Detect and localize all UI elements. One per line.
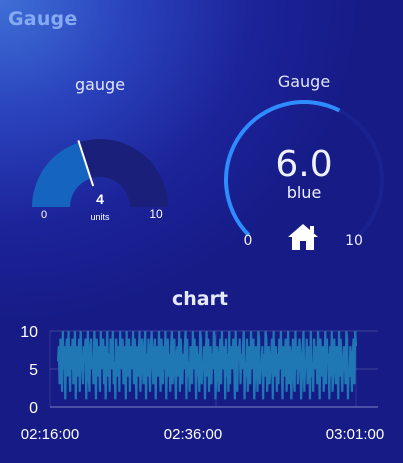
chart-x-tick-label: 02:36:00 [164, 426, 222, 443]
gauge-left-units: units [90, 212, 110, 222]
chart: 0 5 10 02:16:00 02:36:00 03:01:00 [20, 324, 384, 443]
gauge-left-value: 4 [96, 191, 104, 207]
chart-x-ticks: 02:16:00 02:36:00 03:01:00 [21, 426, 384, 443]
chart-series-line [56, 330, 358, 400]
panel-title: Gauge [8, 8, 78, 30]
gauge-right-label: Gauge [277, 72, 331, 91]
gauge-left: 4 units 0 10 [32, 139, 168, 222]
gauge-left-max: 10 [149, 207, 163, 221]
gauge-right-subtitle: blue [287, 183, 322, 202]
gauge-left-min: 0 [41, 209, 47, 221]
chart-y-tick-label: 0 [29, 400, 38, 417]
gauge-right-max: 10 [345, 233, 363, 249]
chart-x-tick-label: 02:16:00 [21, 426, 79, 443]
home-icon [288, 224, 318, 250]
chart-y-tick-label: 5 [29, 362, 38, 379]
gauge-right-value: 6.0 [275, 144, 332, 185]
chart-y-ticks: 0 5 10 [20, 324, 38, 417]
gauge-right-min: 0 [244, 233, 253, 249]
chart-y-tick-label: 10 [20, 324, 38, 341]
chart-title: chart [171, 288, 229, 310]
gauge-left-label: gauge [74, 75, 126, 94]
chart-x-tick-label: 03:01:00 [326, 426, 384, 443]
